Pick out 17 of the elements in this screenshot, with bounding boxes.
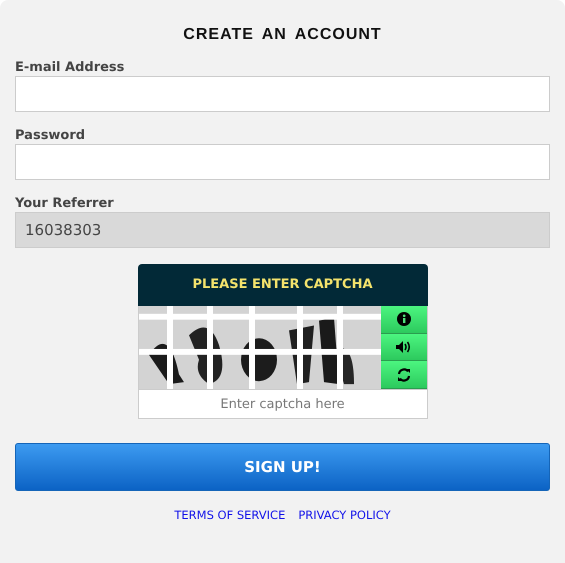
captcha-field[interactable]: Enter captcha here <box>138 389 428 419</box>
form-title: CREATE AN ACCOUNT <box>182 26 383 44</box>
footer-link[interactable]: TERMS OF SERVICE <box>174 508 286 522</box>
audio-button[interactable] <box>380 334 426 362</box>
refresh-button[interactable] <box>380 361 426 390</box>
text-field[interactable] <box>15 144 550 180</box>
field-label: Your Referrer <box>15 196 115 211</box>
refresh-icon <box>396 368 410 382</box>
text-field[interactable] <box>15 76 550 112</box>
captcha-heading: PLEASE ENTER CAPTCHA <box>138 264 428 306</box>
info-button[interactable] <box>380 306 426 334</box>
field-label: E-mail Address <box>15 60 126 75</box>
footer-link[interactable]: PRIVACY POLICY <box>298 508 391 522</box>
speaker-icon <box>396 340 412 354</box>
info-icon <box>396 312 410 326</box>
field-label: Password <box>15 128 86 143</box>
sign-up-button[interactable]: SIGN UP! <box>15 443 550 491</box>
